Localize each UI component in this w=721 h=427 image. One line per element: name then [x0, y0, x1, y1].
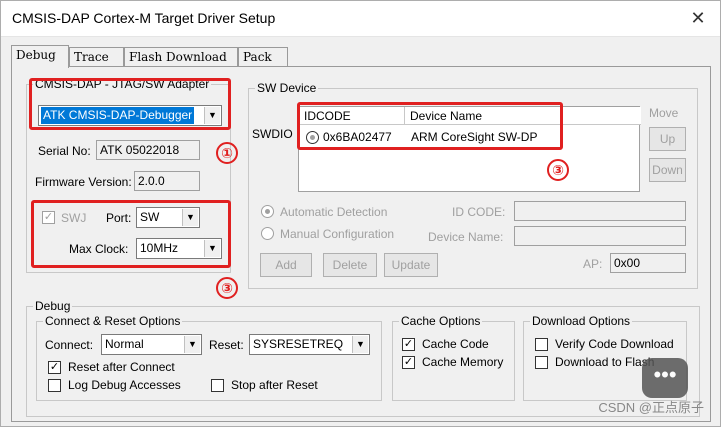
cache-memory-label: Cache Memory — [422, 355, 504, 369]
connect-label: Connect: — [45, 338, 94, 352]
log-debug-checkbox[interactable] — [48, 379, 61, 392]
sw-device-legend: SW Device — [257, 81, 317, 95]
serial-field: ATK 05022018 — [96, 140, 200, 160]
swj-label: SWJ — [61, 211, 87, 225]
device-name-field-label: Device Name: — [428, 230, 504, 244]
connect-reset-legend: Connect & Reset Options — [45, 314, 181, 328]
chevron-down-icon[interactable]: ▼ — [204, 240, 220, 257]
debug-group-legend: Debug — [35, 299, 71, 313]
adapter-group-legend: CMSIS-DAP - JTAG/SW Adapter — [35, 77, 210, 91]
marker-three-right: ③ — [547, 159, 569, 181]
add-button[interactable]: Add — [260, 253, 312, 277]
verify-code-label: Verify Code Download — [555, 337, 674, 351]
idcode-field-label: ID CODE: — [452, 205, 506, 219]
close-icon[interactable]: ✕ — [686, 7, 710, 31]
chevron-down-icon[interactable]: ▼ — [204, 107, 220, 124]
manual-configuration-label: Manual Configuration — [280, 227, 395, 241]
move-label: Move — [649, 106, 679, 120]
move-up-button[interactable]: Up — [649, 127, 686, 151]
move-down-button[interactable]: Down — [649, 158, 686, 182]
marker-three-left: ③ — [216, 277, 238, 299]
automatic-detection-radio[interactable] — [261, 205, 274, 218]
tab-debug[interactable]: Debug — [11, 45, 69, 68]
manual-configuration-radio[interactable] — [261, 227, 274, 240]
device-idcode: 0x6BA02477 — [323, 130, 392, 144]
verify-code-checkbox[interactable] — [535, 338, 548, 351]
column-header-idcode[interactable]: IDCODE — [299, 107, 405, 125]
device-name-input[interactable] — [514, 226, 686, 246]
log-debug-label: Log Debug Accesses — [68, 378, 181, 392]
tab-flash-download[interactable]: Flash Download — [124, 47, 238, 67]
serial-label: Serial No: — [38, 144, 91, 158]
port-select-value: SW — [140, 210, 160, 224]
chevron-down-icon[interactable]: ▼ — [182, 209, 198, 226]
tab-trace[interactable]: Trace — [69, 47, 124, 67]
stop-after-reset-label: Stop after Reset — [231, 378, 318, 392]
device-radio[interactable] — [306, 131, 319, 144]
reset-select-value: SYSRESETREQ — [253, 337, 344, 351]
cache-memory-checkbox[interactable]: ✓ — [402, 356, 415, 369]
chevron-down-icon[interactable]: ▼ — [184, 336, 200, 353]
device-list[interactable]: IDCODE Device Name 0x6BA02477 ARM CoreSi… — [298, 106, 641, 192]
maxclock-label: Max Clock: — [69, 242, 129, 256]
watermark: CSDN @正点原子 — [598, 400, 704, 415]
download-flash-checkbox[interactable] — [535, 356, 548, 369]
delete-button[interactable]: Delete — [323, 253, 377, 277]
port-label: Port: — [106, 211, 132, 225]
maxclock-select-value: 10MHz — [140, 241, 179, 255]
automatic-detection-label: Automatic Detection — [280, 205, 388, 219]
reset-label: Reset: — [209, 338, 244, 352]
marker-one: ① — [216, 142, 238, 164]
device-name: ARM CoreSight SW-DP — [411, 130, 538, 144]
column-header-device-name[interactable]: Device Name — [405, 107, 641, 125]
firmware-field: 2.0.0 — [134, 171, 200, 191]
reset-after-connect-label: Reset after Connect — [68, 360, 175, 374]
cache-code-label: Cache Code — [422, 337, 489, 351]
firmware-label: Firmware Version: — [35, 175, 132, 189]
reset-after-connect-checkbox[interactable]: ✓ — [48, 361, 61, 374]
device-row[interactable]: 0x6BA02477 ARM CoreSight SW-DP — [299, 129, 639, 147]
port-select[interactable]: SW ▼ — [136, 207, 200, 228]
connect-select[interactable]: Normal ▼ — [101, 334, 202, 355]
stop-after-reset-checkbox[interactable] — [211, 379, 224, 392]
dialog-window: CMSIS-DAP Cortex-M Target Driver Setup ✕… — [0, 0, 721, 427]
update-button[interactable]: Update — [384, 253, 438, 277]
cache-options-legend: Cache Options — [401, 314, 481, 328]
adapter-select[interactable]: ATK CMSIS-DAP-Debugger ▼ — [38, 105, 222, 126]
debug-tab-panel: CMSIS-DAP - JTAG/SW Adapter ATK CMSIS-DA… — [11, 66, 711, 422]
tab-pack[interactable]: Pack — [238, 47, 288, 67]
ap-label: AP: — [583, 257, 603, 271]
ap-input[interactable]: 0x00 — [610, 253, 686, 273]
swdio-label: SWDIO — [252, 127, 293, 141]
download-flash-label: Download to Flash — [555, 355, 655, 369]
connect-select-value: Normal — [105, 337, 144, 351]
cache-code-checkbox[interactable]: ✓ — [402, 338, 415, 351]
chat-icon: ••• — [642, 358, 688, 398]
adapter-select-value: ATK CMSIS-DAP-Debugger — [41, 107, 195, 124]
chevron-down-icon[interactable]: ▼ — [352, 336, 368, 353]
idcode-input[interactable] — [514, 201, 686, 221]
swj-checkbox[interactable]: ✓ — [42, 211, 55, 224]
download-options-legend: Download Options — [532, 314, 631, 328]
maxclock-select[interactable]: 10MHz ▼ — [136, 238, 222, 259]
title-bar: CMSIS-DAP Cortex-M Target Driver Setup ✕ — [1, 1, 720, 37]
reset-select[interactable]: SYSRESETREQ ▼ — [249, 334, 370, 355]
window-title: CMSIS-DAP Cortex-M Target Driver Setup — [12, 10, 276, 26]
